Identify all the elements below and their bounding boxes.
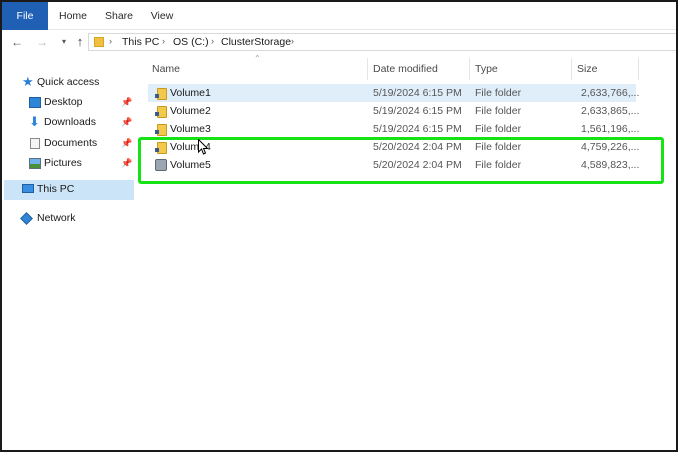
pin-icon[interactable]: 📌 bbox=[121, 138, 132, 149]
documents-icon bbox=[30, 138, 40, 149]
folder-icon bbox=[94, 37, 104, 47]
file-row-volume3[interactable]: Volume3 5/19/2024 6:15 PM File folder 1,… bbox=[148, 120, 640, 138]
mounted-folder-icon bbox=[155, 87, 167, 100]
download-icon: ⬇ bbox=[29, 114, 40, 129]
column-divider[interactable] bbox=[638, 58, 639, 80]
file-size: 2,633,865,... bbox=[581, 105, 640, 117]
breadcrumb-this-pc[interactable]: This PC bbox=[122, 36, 159, 48]
sidebar-item-label: Network bbox=[37, 212, 76, 224]
pin-icon[interactable]: 📌 bbox=[121, 158, 132, 169]
column-header-name[interactable]: Name bbox=[152, 56, 180, 82]
up-arrow-icon[interactable]: ↑ bbox=[73, 34, 87, 50]
sidebar-item-network[interactable]: Network bbox=[2, 209, 134, 229]
file-date-modified: 5/19/2024 6:15 PM bbox=[373, 87, 462, 99]
mounted-folder-icon bbox=[155, 105, 167, 118]
file-explorer-window: File Home Share View ← → ▾ ↑ › This PC ›… bbox=[2, 2, 676, 450]
highlight-box bbox=[138, 137, 664, 184]
sidebar-item-quick-access[interactable]: ★ Quick access bbox=[2, 73, 134, 93]
tab-view[interactable]: View bbox=[145, 2, 179, 30]
sidebar-item-desktop[interactable]: Desktop 📌 bbox=[2, 93, 134, 113]
file-size: 1,561,196,... bbox=[581, 123, 640, 135]
breadcrumb-separator: › bbox=[211, 36, 214, 46]
sidebar-item-label: Downloads bbox=[44, 116, 96, 128]
network-icon bbox=[20, 212, 33, 225]
column-header-type[interactable]: Type bbox=[475, 56, 498, 82]
breadcrumb-clusterstorage[interactable]: ClusterStorage bbox=[221, 36, 291, 48]
tab-file[interactable]: File bbox=[2, 2, 48, 30]
recent-locations-chevron-icon[interactable]: ▾ bbox=[57, 34, 71, 50]
sidebar-item-downloads[interactable]: ⬇ Downloads 📌 bbox=[2, 113, 134, 133]
pictures-icon bbox=[29, 158, 41, 169]
file-date-modified: 5/19/2024 6:15 PM bbox=[373, 105, 462, 117]
file-name: Volume3 bbox=[170, 123, 211, 135]
sidebar-item-label: Pictures bbox=[44, 157, 82, 169]
column-divider[interactable] bbox=[571, 58, 572, 80]
computer-icon bbox=[22, 184, 34, 193]
breadcrumb-separator: › bbox=[109, 36, 112, 46]
sidebar-item-label: This PC bbox=[37, 183, 75, 195]
sidebar-item-pictures[interactable]: Pictures 📌 bbox=[2, 154, 134, 174]
desktop-icon bbox=[29, 97, 41, 108]
back-arrow-icon[interactable]: ← bbox=[10, 34, 24, 50]
column-header-size[interactable]: Size bbox=[577, 56, 597, 82]
file-name: Volume1 bbox=[170, 87, 211, 99]
forward-arrow-icon[interactable]: → bbox=[35, 34, 49, 50]
sidebar-item-label: Documents bbox=[44, 137, 98, 149]
file-type: File folder bbox=[475, 105, 522, 117]
breadcrumb-separator: › bbox=[162, 36, 165, 46]
file-date-modified: 5/19/2024 6:15 PM bbox=[373, 123, 462, 135]
sidebar-item-this-pc[interactable]: This PC bbox=[4, 180, 134, 200]
sidebar-item-documents[interactable]: Documents 📌 bbox=[2, 134, 134, 154]
breadcrumb-separator: › bbox=[291, 36, 294, 46]
file-row-volume1[interactable]: Volume1 5/19/2024 6:15 PM File folder 2,… bbox=[148, 84, 640, 102]
ribbon: File Home Share View bbox=[2, 2, 676, 30]
file-size: 2,633,766,... bbox=[581, 87, 640, 99]
star-icon: ★ bbox=[22, 74, 34, 89]
file-type: File folder bbox=[475, 87, 522, 99]
sort-caret-icon: ⌃ bbox=[254, 54, 261, 63]
navigation-pane: ★ Quick access Desktop 📌 ⬇ Downloads 📌 D… bbox=[2, 56, 134, 450]
mounted-folder-icon bbox=[155, 123, 167, 136]
tab-home[interactable]: Home bbox=[53, 2, 93, 30]
file-name: Volume2 bbox=[170, 105, 211, 117]
column-divider[interactable] bbox=[367, 58, 368, 80]
tab-share[interactable]: Share bbox=[100, 2, 138, 30]
breadcrumb-os-c[interactable]: OS (C:) bbox=[173, 36, 209, 48]
pin-icon[interactable]: 📌 bbox=[121, 117, 132, 128]
file-row-volume2[interactable]: Volume2 5/19/2024 6:15 PM File folder 2,… bbox=[148, 102, 640, 120]
file-type: File folder bbox=[475, 123, 522, 135]
pin-icon[interactable]: 📌 bbox=[121, 97, 132, 108]
sidebar-item-label: Desktop bbox=[44, 96, 83, 108]
mouse-cursor-icon bbox=[198, 139, 208, 155]
navigation-bar: ← → ▾ ↑ › This PC › OS (C:) › ClusterSto… bbox=[2, 30, 676, 54]
sidebar-item-label: Quick access bbox=[37, 76, 100, 88]
column-divider[interactable] bbox=[469, 58, 470, 80]
address-bar[interactable]: › This PC › OS (C:) › ClusterStorage › bbox=[88, 33, 676, 51]
column-header-date-modified[interactable]: Date modified bbox=[373, 56, 438, 82]
